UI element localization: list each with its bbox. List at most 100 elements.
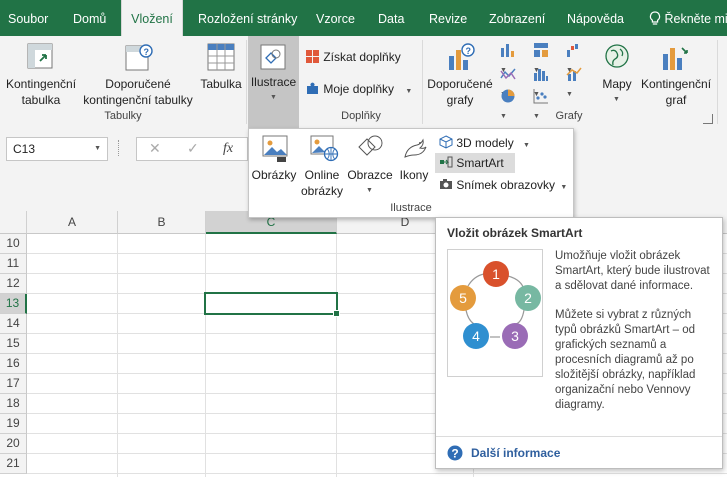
- my-addins-label: Moje doplňky: [323, 82, 395, 96]
- scatter-chart-icon: [533, 89, 548, 104]
- combo-chart-button[interactable]: ▼: [566, 66, 592, 98]
- smartart-button[interactable]: SmartArt: [435, 153, 515, 173]
- row-header-19[interactable]: 19: [0, 414, 27, 434]
- row-header-17[interactable]: 17: [0, 374, 27, 394]
- hierarchy-chart-button[interactable]: ▼: [533, 42, 559, 74]
- row-header-10[interactable]: 10: [0, 234, 27, 254]
- row-header-21[interactable]: 21: [0, 454, 27, 474]
- pictures-label: Obrázky: [251, 168, 297, 182]
- hierarchy-chart-icon: [534, 43, 548, 57]
- pivot-chart-icon: [663, 47, 688, 70]
- tab-napoveda[interactable]: Nápověda: [567, 0, 624, 36]
- chevron-down-icon: ▼: [94, 145, 101, 152]
- pictures-button[interactable]: Obrázky: [251, 131, 297, 197]
- select-all-corner[interactable]: [0, 211, 27, 234]
- cancel-icon[interactable]: ✕: [149, 140, 161, 157]
- scatter-chart-button[interactable]: ▼: [533, 88, 559, 120]
- shapes-button[interactable]: Obrazce ▼: [347, 131, 393, 197]
- row-header-14[interactable]: 14: [0, 314, 27, 334]
- icons-label: Ikony: [399, 168, 429, 182]
- tab-revize[interactable]: Revize: [429, 0, 467, 36]
- row-header-11[interactable]: 11: [0, 254, 27, 274]
- maps-button[interactable]: Mapy ▼: [598, 38, 636, 108]
- column-header-b[interactable]: B: [118, 211, 206, 234]
- selected-cell-c13[interactable]: [204, 292, 338, 315]
- my-addins-button[interactable]: Moje doplňky ▼: [305, 81, 412, 96]
- pivot-table-label-2: tabulka: [21, 93, 61, 107]
- row-header-18[interactable]: 18: [0, 394, 27, 414]
- gridline: [336, 234, 337, 477]
- column-header-a[interactable]: A: [27, 211, 118, 234]
- row-header-20[interactable]: 20: [0, 434, 27, 454]
- illustrations-button[interactable]: Ilustrace ▼: [248, 36, 299, 128]
- table-button[interactable]: Tabulka: [198, 38, 244, 108]
- statistic-chart-button[interactable]: ▼: [533, 66, 559, 98]
- table-icon: [207, 43, 235, 71]
- online-pictures-button[interactable]: Online obrázky: [299, 131, 345, 198]
- lightbulb-icon: [649, 11, 661, 25]
- formula-separator-dots: [118, 140, 122, 156]
- table-label: Tabulka: [200, 77, 242, 91]
- pivot-chart-button[interactable]: Kontingenční graf: [638, 38, 714, 108]
- combo-chart-icon: [566, 67, 582, 81]
- row-header-13[interactable]: 13: [0, 294, 27, 314]
- tab-data[interactable]: Data: [378, 0, 404, 36]
- line-chart-button[interactable]: ▼: [500, 66, 526, 98]
- pie-chart-button[interactable]: ▼: [500, 88, 526, 120]
- recommended-pivot-tables-button[interactable]: ? Doporučené kontingenční tabulky: [80, 38, 196, 108]
- more-info-label: Další informace: [471, 446, 561, 460]
- addin-icon: [307, 82, 318, 94]
- insert-function-icon[interactable]: fx: [223, 141, 233, 157]
- chevron-down-icon: ▼: [566, 91, 573, 98]
- formula-buttons: ✕ ✓ fx: [136, 137, 248, 161]
- row-header-15[interactable]: 15: [0, 334, 27, 354]
- tooltip-body: Umožňuje vložit obrázek SmartArt, který …: [555, 249, 715, 413]
- globe-icon: [605, 44, 629, 68]
- tab-vlozeni[interactable]: Vložení: [121, 0, 183, 36]
- chevron-down-icon: ▼: [405, 88, 413, 95]
- group-separator: [246, 40, 247, 124]
- column-chart-icon: [501, 44, 514, 57]
- tab-soubor[interactable]: Soubor: [8, 0, 48, 36]
- shapes-label: Obrazce: [347, 168, 393, 182]
- column-chart-button[interactable]: ▼: [500, 42, 526, 74]
- icons-button[interactable]: Ikony: [395, 131, 433, 197]
- tab-vzorce[interactable]: Vzorce: [316, 0, 355, 36]
- gridline: [205, 234, 206, 477]
- screenshot-button[interactable]: Snímek obrazovky ▼: [439, 175, 567, 195]
- chevron-down-icon: ▼: [270, 94, 277, 101]
- recommended-pivot-label-1: Doporučené: [105, 77, 171, 91]
- illustrations-label: Ilustrace: [250, 75, 297, 89]
- get-addins-button[interactable]: Získat doplňky: [305, 49, 401, 64]
- row-header-16[interactable]: 16: [0, 354, 27, 374]
- recommended-charts-button[interactable]: ? Doporučené grafy: [424, 38, 496, 108]
- waterfall-chart-button[interactable]: ▼: [566, 42, 592, 74]
- fill-handle[interactable]: [333, 310, 340, 317]
- smartart-label: SmartArt: [456, 156, 504, 170]
- recommended-pivot-icon: ?: [125, 44, 153, 71]
- recommended-charts-label-1: Doporučené: [427, 77, 493, 91]
- gridline: [117, 234, 118, 477]
- ribbon-tab-bar: Soubor Domů Vložení Rozložení stránky Vz…: [0, 0, 727, 36]
- tab-zobrazeni[interactable]: Zobrazení: [489, 0, 545, 36]
- dialog-launcher-icon[interactable]: [703, 114, 713, 124]
- tell-me-search[interactable]: Řekněte mi: [649, 0, 727, 36]
- more-info-link[interactable]: ? Další informace: [436, 436, 722, 469]
- picture-icon: [262, 135, 288, 162]
- name-box[interactable]: C13 ▼: [6, 137, 108, 161]
- gridline: [27, 473, 727, 474]
- svg-text:?: ?: [451, 447, 458, 461]
- tab-domu[interactable]: Domů: [73, 0, 106, 36]
- recommended-charts-label-2: grafy: [446, 93, 474, 107]
- row-header-12[interactable]: 12: [0, 274, 27, 294]
- tell-me-label: Řekněte mi: [664, 12, 727, 26]
- group-separator: [717, 40, 718, 124]
- tab-rozlozeni-stranky[interactable]: Rozložení stránky: [198, 0, 297, 36]
- 3d-model-icon: [439, 135, 453, 149]
- online-pictures-label-1: Online: [304, 168, 340, 182]
- pivot-table-button[interactable]: Kontingenční tabulka: [2, 38, 78, 108]
- statistic-chart-icon: [534, 69, 548, 81]
- enter-icon[interactable]: ✓: [187, 140, 199, 157]
- chevron-down-icon: ▼: [366, 187, 373, 194]
- 3d-models-button[interactable]: 3D modely ▼: [439, 133, 530, 153]
